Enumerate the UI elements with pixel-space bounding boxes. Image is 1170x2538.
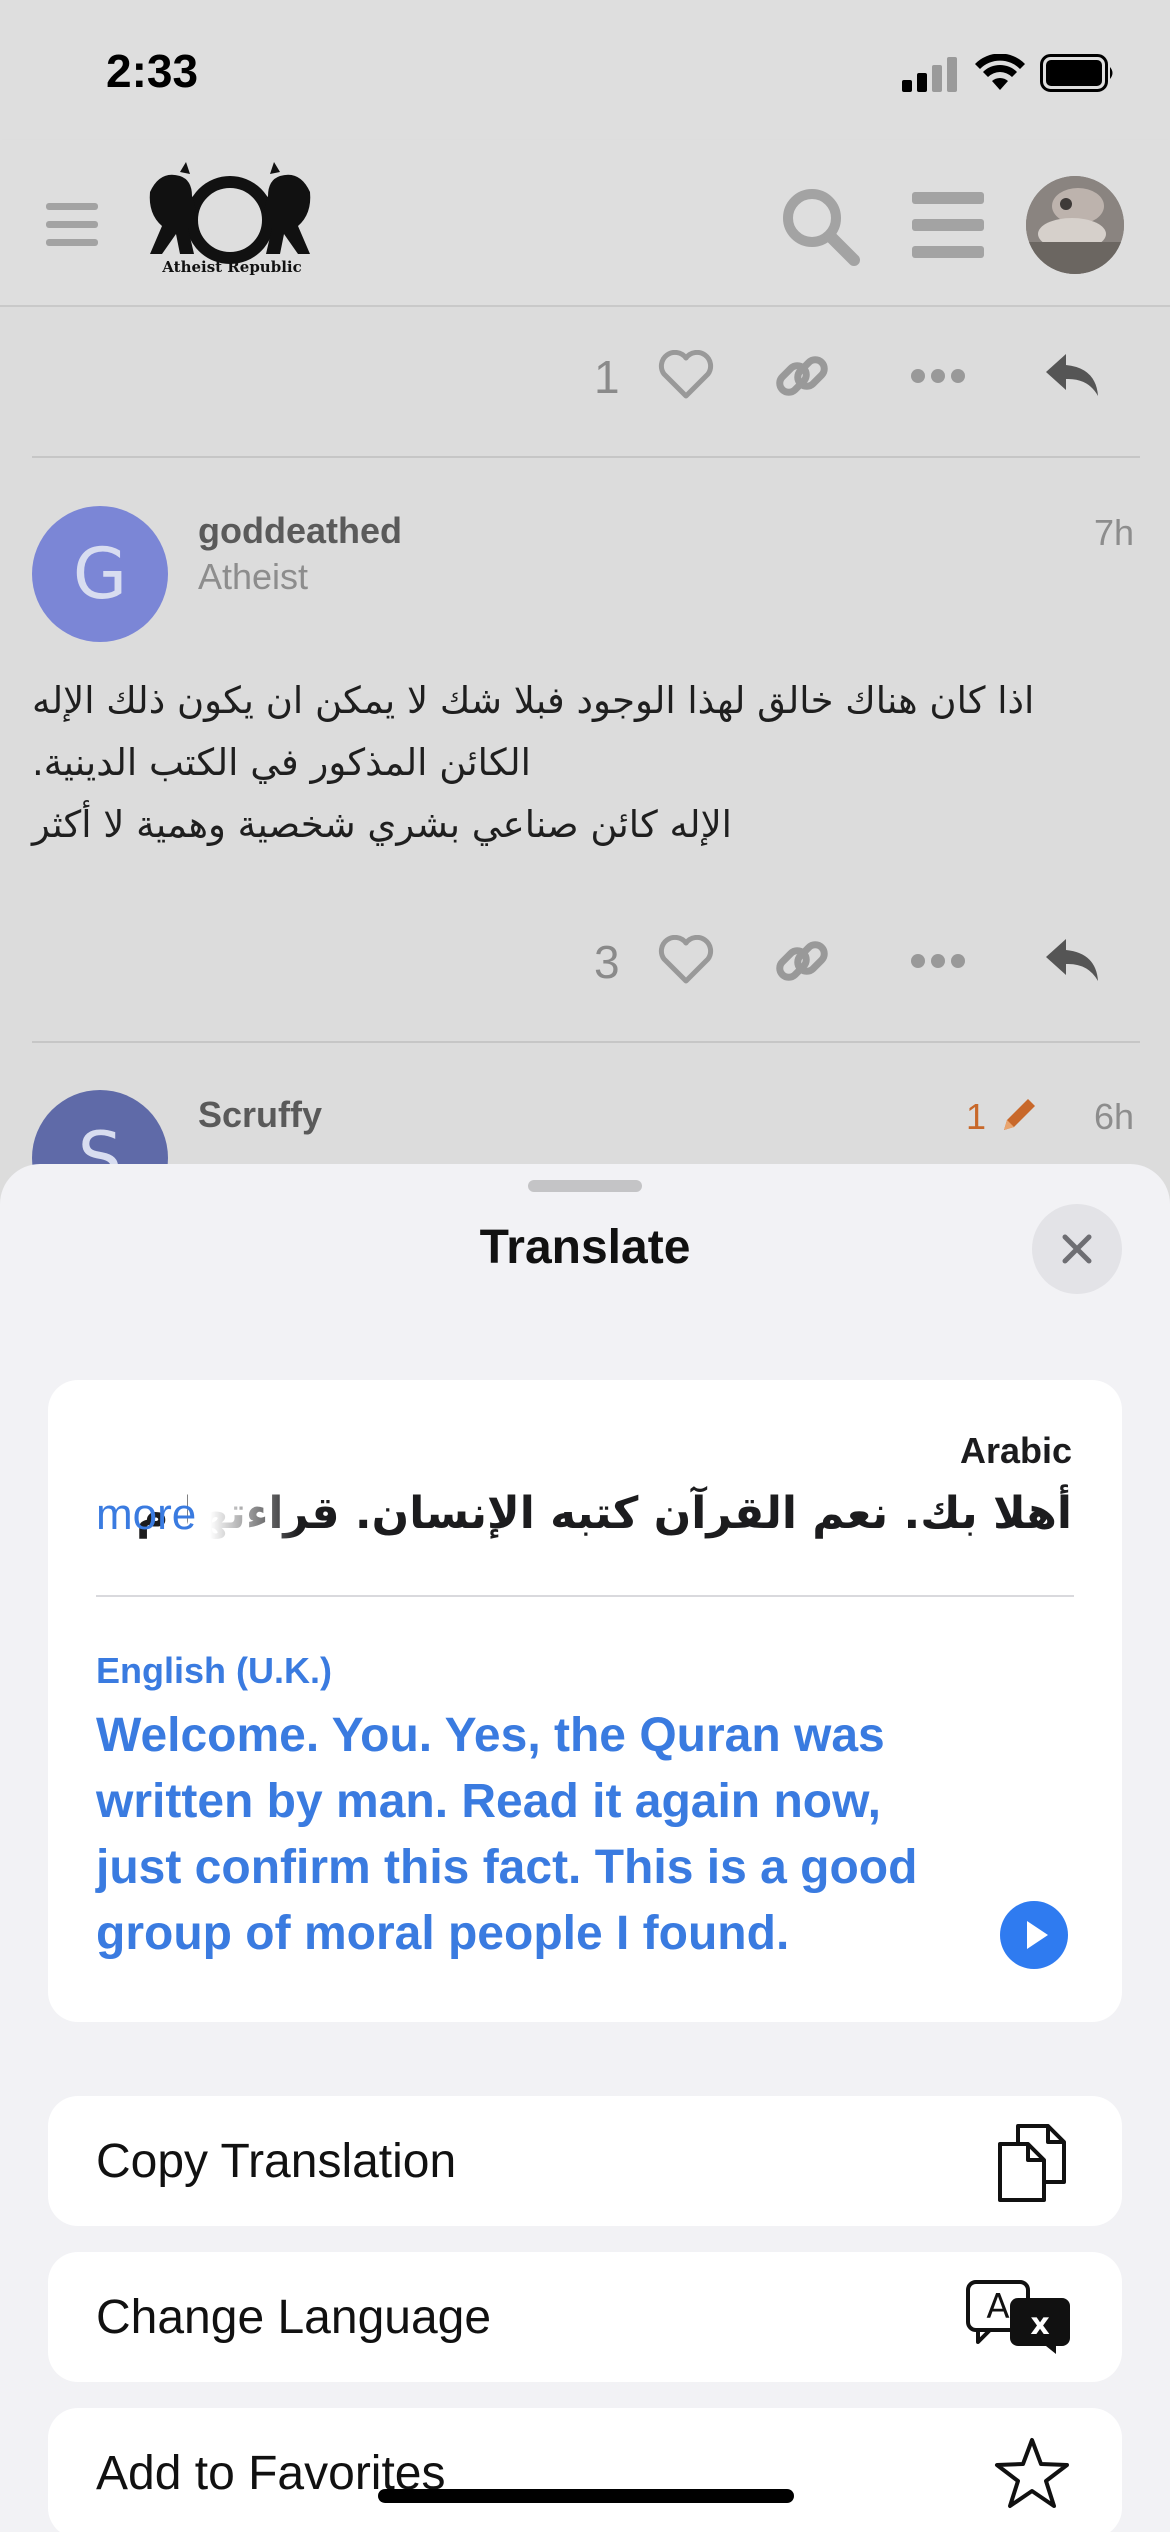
- heart-icon[interactable]: [658, 934, 714, 990]
- action-label: Change Language: [96, 2291, 492, 2344]
- post-body-line: اذا كان هناك خالق لهذا الوجود فبلا شك لا…: [32, 679, 1035, 722]
- cellular-signal-icon: [902, 56, 958, 92]
- svg-text:x: x: [1030, 2307, 1049, 2342]
- like-count: 1: [594, 351, 620, 403]
- svg-text:A: A: [986, 2287, 1009, 2327]
- post-time[interactable]: 7h: [1094, 512, 1134, 554]
- post-time[interactable]: 6h: [1094, 1096, 1134, 1138]
- post-body: اذا كان هناك خالق لهذا الوجود فبلا شك لا…: [32, 670, 1132, 856]
- action-label: Copy Translation: [96, 2135, 457, 2188]
- avatar[interactable]: G: [32, 506, 168, 642]
- link-icon[interactable]: [774, 933, 830, 994]
- sheet-grabber[interactable]: [528, 1180, 642, 1192]
- translation-line: Welcome. You. Yes, the Quran was: [96, 1709, 885, 1762]
- status-time: 2:33: [106, 45, 199, 97]
- reply-icon[interactable]: [1044, 935, 1100, 990]
- card-separator: [96, 1595, 1074, 1597]
- post-body-line: الكائن المذكور في الكتب الدينية.: [32, 741, 531, 784]
- translation-line: written by man. Read it again now,: [96, 1775, 881, 1828]
- heart-icon[interactable]: [658, 349, 714, 405]
- translation-line: just confirm this fact. This is a good: [96, 1841, 918, 1894]
- pencil-icon[interactable]: [998, 1094, 1040, 1141]
- link-icon[interactable]: [774, 348, 830, 409]
- copy-icon: [994, 2120, 1068, 2209]
- more-link[interactable]: more: [96, 1490, 196, 1540]
- close-button[interactable]: [1032, 1204, 1122, 1294]
- close-icon: [1062, 1234, 1092, 1264]
- home-indicator[interactable]: [378, 2489, 794, 2503]
- list-menu-icon[interactable]: [912, 192, 984, 263]
- hamburger-menu-icon[interactable]: [46, 203, 98, 252]
- post-username[interactable]: goddeathed: [198, 510, 402, 552]
- post-body-line: الإله كائن صناعي بشري شخصية وهمية لا أكث…: [32, 803, 732, 846]
- like-count: 3: [594, 936, 620, 988]
- search-icon[interactable]: [780, 186, 860, 271]
- star-icon: [994, 2436, 1070, 2515]
- post-username[interactable]: Scruffy: [198, 1094, 322, 1136]
- user-avatar[interactable]: [1026, 176, 1124, 274]
- translate-icon: A x: [964, 2278, 1074, 2359]
- target-language-label: English (U.K.): [96, 1650, 332, 1691]
- battery-icon: [1040, 54, 1116, 92]
- atheist-republic-logo[interactable]: Atheist Republic: [140, 162, 320, 282]
- more-options-icon[interactable]: [910, 366, 966, 391]
- add-to-favorites-button[interactable]: Add to Favorites: [48, 2408, 1122, 2538]
- logo-text: Atheist Republic: [162, 258, 302, 276]
- post-user-title: Atheist: [198, 556, 309, 597]
- sheet-title: Translate: [479, 1221, 691, 1274]
- edit-count[interactable]: 1: [966, 1096, 986, 1138]
- play-button[interactable]: [1000, 1901, 1068, 1969]
- translation-text[interactable]: Welcome. You. Yes, the Quran was written…: [96, 1703, 996, 1967]
- post-divider: [32, 1041, 1140, 1043]
- text-fade: [188, 1484, 298, 1544]
- translation-line: group of moral people I found.: [96, 1907, 790, 1960]
- change-language-button[interactable]: Change Language A x: [48, 2252, 1122, 2382]
- reply-icon[interactable]: [1044, 350, 1100, 405]
- post-divider: [32, 456, 1140, 458]
- play-icon: [1027, 1921, 1048, 1949]
- wifi-icon: [975, 54, 1025, 92]
- more-options-icon[interactable]: [910, 951, 966, 976]
- source-language-label: Arabic: [959, 1430, 1072, 1471]
- copy-translation-button[interactable]: Copy Translation: [48, 2096, 1122, 2226]
